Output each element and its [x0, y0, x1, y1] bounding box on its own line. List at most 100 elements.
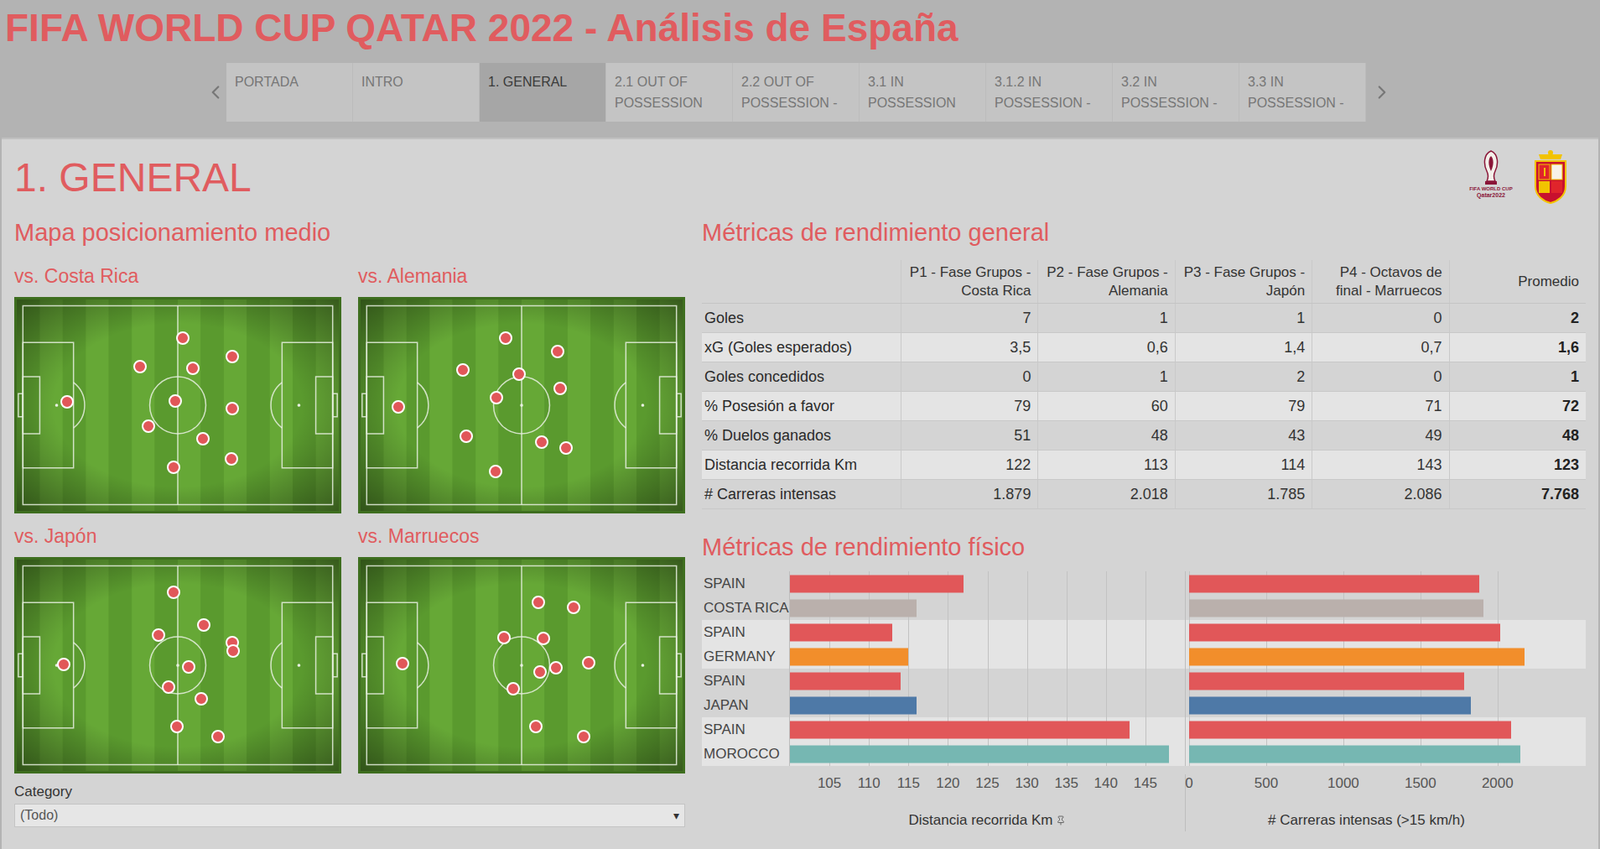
bar[interactable]: [1189, 598, 1484, 617]
bar[interactable]: [789, 623, 893, 641]
player-dot[interactable]: [529, 719, 543, 733]
player-dot[interactable]: [497, 630, 511, 645]
player-dot[interactable]: [166, 460, 181, 474]
player-dot[interactable]: [391, 400, 406, 414]
bar[interactable]: [789, 696, 917, 714]
average-cell: 1: [1449, 362, 1586, 391]
tab[interactable]: 2.1 OUT OF POSSESSION: [606, 62, 733, 122]
bar-cell: [1189, 571, 1544, 596]
trophy-icon: [1478, 149, 1504, 187]
player-dot[interactable]: [224, 451, 239, 466]
tab[interactable]: INTRO: [353, 62, 480, 122]
player-dot[interactable]: [176, 331, 190, 345]
player-dot[interactable]: [488, 464, 503, 478]
table-cell: 3,5: [900, 332, 1038, 362]
player-dot[interactable]: [559, 441, 573, 455]
fifa-logo: FIFA WORLD CUPQatar2022: [1464, 149, 1517, 199]
player-dot[interactable]: [395, 656, 410, 671]
player-dot[interactable]: [161, 680, 176, 694]
player-dot[interactable]: [498, 331, 513, 345]
player-dot[interactable]: [566, 600, 581, 614]
player-dot[interactable]: [531, 595, 546, 609]
bar[interactable]: [789, 720, 1130, 738]
tick-label: 1500: [1404, 774, 1437, 793]
player-dot[interactable]: [533, 664, 547, 679]
player-dot[interactable]: [225, 401, 239, 416]
player-dot[interactable]: [456, 363, 470, 377]
bar[interactable]: [1189, 744, 1521, 763]
bar[interactable]: [789, 671, 901, 690]
player-dot[interactable]: [197, 618, 211, 632]
player-dot[interactable]: [141, 419, 156, 433]
bar-cell: [789, 644, 1185, 669]
table-cell: 1: [1037, 303, 1175, 333]
pin-icon[interactable]: [1055, 815, 1066, 826]
main-panel: 1. GENERALFIFA WORLD CUPQatar2022Mapa po…: [1, 137, 1599, 849]
match-map: vs. Alemania: [358, 264, 686, 514]
player-dot[interactable]: [536, 631, 551, 645]
bar[interactable]: [789, 598, 917, 617]
axis-ticks: 105110115120125130135140145: [789, 774, 1185, 795]
player-dot[interactable]: [226, 644, 240, 658]
player-dot[interactable]: [550, 344, 565, 359]
bar[interactable]: [1189, 720, 1512, 738]
match-title: vs. Costa Rica: [14, 264, 342, 287]
table-row: Goles concedidos01201: [701, 362, 1586, 392]
tab[interactable]: PORTADA: [226, 62, 354, 122]
bar[interactable]: [1189, 671, 1465, 690]
player-dot[interactable]: [553, 381, 567, 395]
player-dot[interactable]: [186, 361, 200, 375]
axis-title: # Carreras intensas (>15 km/h): [1189, 794, 1544, 832]
table-cell: 113: [1037, 450, 1175, 479]
row-label: % Posesión a favor: [701, 391, 901, 421]
tab[interactable]: 3.1 IN POSSESSION: [859, 62, 987, 122]
player-dot[interactable]: [181, 659, 196, 674]
table-cell: 114: [1174, 450, 1312, 479]
player-dot[interactable]: [211, 729, 225, 743]
player-dot[interactable]: [133, 359, 147, 374]
player-dot[interactable]: [549, 660, 563, 675]
tab[interactable]: 2.2 OUT OF POSSESSION -: [732, 62, 860, 122]
table-cell: 1: [1174, 303, 1312, 333]
bar[interactable]: [789, 744, 1169, 763]
tab[interactable]: 1. GENERAL: [479, 62, 607, 122]
player-dot[interactable]: [576, 729, 591, 743]
player-dot[interactable]: [535, 435, 549, 449]
next-tab-button[interactable]: [1371, 80, 1393, 104]
table-cell: 0,6: [1037, 332, 1175, 362]
player-dot[interactable]: [196, 431, 210, 446]
player-dot[interactable]: [225, 349, 239, 364]
player-dot[interactable]: [166, 585, 181, 599]
tab[interactable]: 3.3 IN POSSESSION -: [1239, 62, 1367, 122]
player-dot[interactable]: [194, 691, 208, 706]
chart-row: COSTA RICA: [701, 595, 1586, 620]
bar[interactable]: [789, 647, 909, 665]
player-dot[interactable]: [168, 394, 182, 408]
team-label: GERMANY: [701, 644, 790, 669]
tab[interactable]: 3.1.2 IN POSSESSION -: [986, 62, 1113, 122]
bar[interactable]: [1189, 696, 1471, 714]
bar-cell: [1189, 644, 1544, 669]
category-dropdown[interactable]: (Todo)▾: [14, 803, 686, 827]
tab[interactable]: 3.2 IN POSSESSION -: [1112, 62, 1240, 122]
bar[interactable]: [1189, 623, 1501, 641]
bar[interactable]: [1189, 574, 1480, 593]
chevron-right-icon: [1371, 80, 1393, 104]
player-dot[interactable]: [512, 367, 526, 381]
player-dot[interactable]: [60, 394, 74, 409]
player-dot[interactable]: [151, 628, 166, 642]
bar[interactable]: [1189, 647, 1525, 665]
header: FIFA WORLD CUP QATAR 2022 - Análisis de …: [0, 0, 1600, 138]
match-title: vs. Marruecos: [358, 524, 686, 547]
bar-cell: [789, 692, 1185, 717]
prev-tab-button[interactable]: [204, 80, 227, 104]
player-dot[interactable]: [57, 657, 71, 671]
section-title: Métricas de rendimiento físico: [701, 532, 1586, 562]
player-dot[interactable]: [459, 429, 473, 443]
player-dot[interactable]: [489, 390, 504, 405]
player-dot[interactable]: [170, 719, 184, 733]
team-label: SPAIN: [701, 716, 790, 742]
bar[interactable]: [789, 574, 964, 593]
player-dot[interactable]: [581, 655, 596, 670]
player-dot[interactable]: [506, 681, 520, 696]
